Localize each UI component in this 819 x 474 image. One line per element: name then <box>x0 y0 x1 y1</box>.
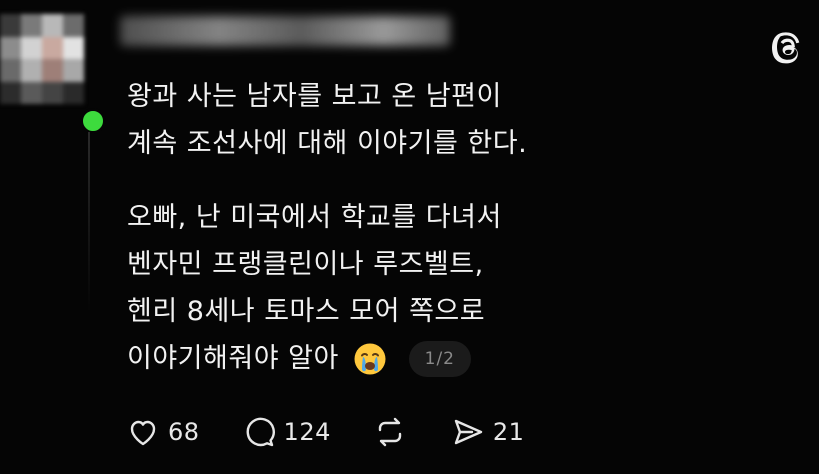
username-redacted[interactable] <box>120 16 450 46</box>
post-line: 이야기해줘야 알아 <box>127 343 339 374</box>
crying-face-emoji <box>354 343 386 374</box>
thread-line <box>88 132 90 312</box>
action-bar: 68 124 21 <box>124 410 564 454</box>
post-line: 왕과 사는 남자를 보고 온 남편이 <box>127 81 502 112</box>
reply-count: 124 <box>283 418 331 446</box>
share-button[interactable]: 21 <box>449 413 525 451</box>
post-last-line: 이야기해줘야 알아 1/2 <box>127 335 502 382</box>
post-paragraph-1: 왕과 사는 남자를 보고 온 남편이 계속 조선사에 대해 이야기를 한다. <box>127 73 527 167</box>
post-line: 오빠, 난 미국에서 학교를 다녀서 <box>127 202 502 233</box>
reply-button[interactable]: 124 <box>240 413 331 451</box>
post-line: 계속 조선사에 대해 이야기를 한다. <box>127 128 528 159</box>
repost-arrows-icon <box>378 417 402 447</box>
post-line: 벤자민 프랭클린이나 루즈벨트, <box>127 249 484 280</box>
post-paragraph-2: 오빠, 난 미국에서 학교를 다녀서 벤자민 프랭클린이나 루즈벨트, 헨리 8… <box>127 194 502 382</box>
avatar[interactable] <box>0 14 84 104</box>
share-count: 21 <box>492 418 525 446</box>
repost-button[interactable] <box>371 413 409 451</box>
thread-post: 왕과 사는 남자를 보고 온 남편이 계속 조선사에 대해 이야기를 한다. 오… <box>0 0 819 474</box>
send-icon <box>454 419 483 445</box>
page-indicator[interactable]: 1/2 <box>408 340 471 377</box>
heart-icon <box>130 420 156 446</box>
like-count: 68 <box>168 418 200 446</box>
post-line: 헨리 8세나 토마스 모어 쪽으로 <box>127 296 486 327</box>
like-button[interactable]: 68 <box>124 413 200 451</box>
threads-logo-icon[interactable] <box>770 30 806 66</box>
online-status-dot <box>80 108 106 134</box>
speech-bubble-icon <box>246 417 275 447</box>
